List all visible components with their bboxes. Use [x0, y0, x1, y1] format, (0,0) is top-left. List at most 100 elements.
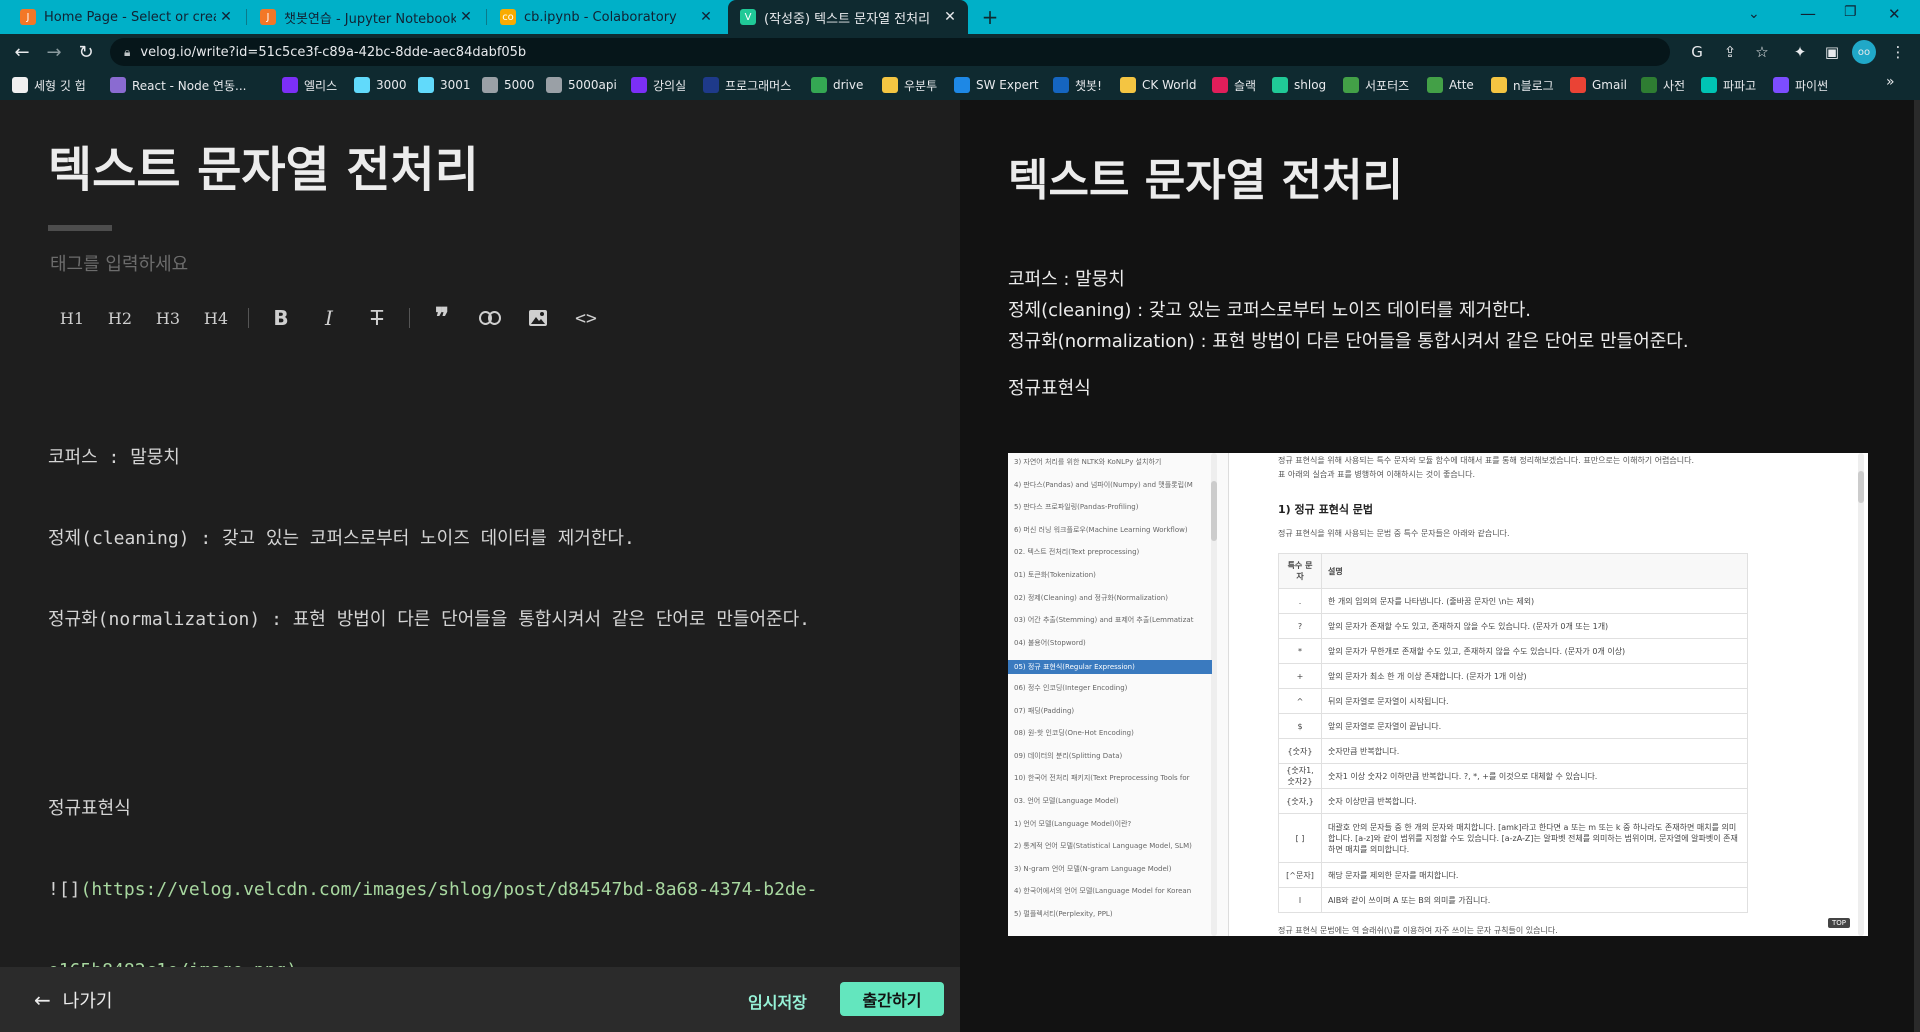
content-line: 정규화(normalization) : 표현 방법이 다른 단어들을 통합시켜…: [48, 609, 810, 630]
bookmark-label: Atte: [1449, 78, 1474, 92]
embedded-sidebar: 3) 자연어 처리를 위한 NLTK와 KoNLPy 설치하기 4) 판다스(Pa…: [1008, 453, 1229, 936]
description-cell: 앞의 문자열로 문자열이 끝납니다.: [1321, 713, 1748, 739]
table-row: [ ] 대괄호 안의 문자들 중 한 개의 문자와 매치합니다. [amk]라고 …: [1278, 813, 1748, 863]
browser-tab[interactable]: co cb.ipynb - Colaboratory ✕: [488, 0, 724, 34]
italic-icon[interactable]: I: [305, 300, 353, 336]
address-bar[interactable]: 🔒︎ velog.io/write?id=51c5ce3f-c89a-42bc-…: [110, 38, 1670, 66]
back-icon[interactable]: ←: [4, 34, 40, 70]
profile-avatar[interactable]: oo: [1852, 40, 1876, 64]
bookmark-item[interactable]: 슬랙: [1212, 70, 1256, 100]
new-tab-button[interactable]: +: [978, 6, 1002, 28]
embedded-sidebar-item: 10) 한국어 전처리 패키지(Text Preprocessing Tools…: [1014, 774, 1190, 783]
preview-body: 코퍼스 : 말뭉치 정제(cleaning) : 갖고 있는 코퍼스로부터 노이…: [1008, 264, 1689, 357]
elice-icon: [631, 77, 647, 93]
bookmark-item[interactable]: drive: [811, 70, 863, 100]
code-icon[interactable]: <>: [562, 300, 610, 336]
quote-icon[interactable]: ❞: [418, 300, 466, 336]
bookmark-label: shlog: [1294, 78, 1327, 92]
browser-toolbar: ← → ↻ 🔒︎ velog.io/write?id=51c5ce3f-c89a…: [0, 34, 1920, 70]
content-line: 정제(cleaning) : 갖고 있는 코퍼스로부터 노이즈 데이터를 제거한…: [48, 528, 635, 549]
markdown-editor[interactable]: 코퍼스 : 말뭉치 정제(cleaning) : 갖고 있는 코퍼스로부터 노이…: [48, 390, 817, 1011]
bookmark-item[interactable]: 우분투: [882, 70, 937, 100]
publish-button[interactable]: 출간하기: [840, 982, 944, 1016]
devil-icon: [110, 77, 126, 93]
embedded-sidebar-item: 4) 한국어에서의 언어 모델(Language Model for Korea…: [1014, 887, 1192, 896]
bookmark-item[interactable]: 챗봇!: [1053, 70, 1102, 100]
title-divider: [48, 225, 112, 231]
bookmark-item[interactable]: 세형 깃 헙: [12, 70, 86, 100]
close-icon[interactable]: ✕: [216, 9, 236, 25]
bookmark-item[interactable]: Gmail: [1570, 70, 1627, 100]
plus-icon: [1427, 77, 1443, 93]
bookmark-label: 우분투: [904, 78, 938, 93]
heading3-button[interactable]: H3: [144, 300, 192, 336]
strikethrough-icon[interactable]: T: [353, 300, 401, 336]
bookmark-item[interactable]: shlog: [1272, 70, 1326, 100]
share-icon[interactable]: ⇪: [1718, 40, 1742, 64]
minimize-icon[interactable]: —: [1800, 4, 1816, 23]
link-icon[interactable]: [466, 300, 514, 336]
heading1-button[interactable]: H1: [48, 300, 96, 336]
close-icon[interactable]: ✕: [940, 9, 960, 25]
bookmark-item[interactable]: 3001: [418, 70, 471, 100]
embedded-main: 정규 표현식을 위해 사용되는 특수 문자와 모듈 함수에 대해서 표를 통해 …: [1278, 453, 1858, 936]
special-char-cell: +: [1278, 663, 1322, 689]
browser-tab[interactable]: J 챗봇연습 - Jupyter Notebook ✕: [248, 0, 484, 34]
exit-label: 나가기: [62, 991, 113, 1012]
bookmark-item[interactable]: 서포터즈: [1343, 70, 1409, 100]
image-icon[interactable]: [514, 300, 562, 336]
forward-icon[interactable]: →: [36, 34, 72, 70]
globe-icon: [546, 77, 562, 93]
google-icon[interactable]: G: [1685, 40, 1709, 64]
tab-search-icon[interactable]: ⌄: [1748, 6, 1760, 22]
bookmark-item[interactable]: 3000: [354, 70, 407, 100]
heading4-button[interactable]: H4: [192, 300, 240, 336]
tag-input[interactable]: 태그를 입력하세요: [50, 250, 188, 276]
bookmark-item[interactable]: Atte: [1427, 70, 1474, 100]
bookmark-item[interactable]: CK World: [1120, 70, 1196, 100]
bookmark-item[interactable]: n블로그: [1491, 70, 1554, 100]
restore-icon[interactable]: ❐: [1844, 4, 1857, 20]
exit-button[interactable]: ← 나가기: [34, 987, 112, 1013]
close-window-icon[interactable]: ✕: [1888, 5, 1901, 23]
lock-icon: 🔒︎: [124, 44, 131, 59]
bookmark-label: 엘리스: [304, 78, 338, 93]
embedded-sidebar-item: 06) 정수 인코딩(Integer Encoding): [1014, 684, 1128, 692]
table-row: * 앞의 문자가 무한개로 존재할 수도 있고, 존재하지 않을 수도 있습니다.…: [1278, 638, 1748, 664]
colab-icon: co: [500, 9, 516, 25]
bookmark-item[interactable]: 5000: [482, 70, 535, 100]
tab-title: 챗봇연습 - Jupyter Notebook: [284, 11, 456, 27]
bold-icon[interactable]: B: [257, 300, 305, 336]
papago-icon: [1701, 77, 1717, 93]
tab-title: Home Page - Select or create a: [44, 9, 216, 25]
temp-save-button[interactable]: 임시저장: [748, 989, 807, 1013]
embedded-section-title: 1) 정규 표현식 문법: [1278, 503, 1374, 516]
bookmark-item[interactable]: 엘리스: [282, 70, 337, 100]
bookmark-item[interactable]: SW Expert: [954, 70, 1039, 100]
browser-tab-active[interactable]: V (작성중) 텍스트 문자열 전처리 ✕: [728, 0, 968, 34]
menu-icon[interactable]: ⋮: [1886, 40, 1910, 64]
extensions-icon[interactable]: ✦: [1788, 40, 1812, 64]
bookmark-item[interactable]: 파파고: [1701, 70, 1756, 100]
bookmark-item[interactable]: 프로그래머스: [703, 70, 791, 100]
heading2-button[interactable]: H2: [96, 300, 144, 336]
close-icon[interactable]: ✕: [696, 9, 716, 25]
bookmark-item[interactable]: React - Node 연동...: [110, 70, 246, 100]
embedded-section-desc: 정규 표현식을 위해 사용되는 문법 중 특수 문자들은 아래와 같습니다.: [1278, 529, 1510, 538]
post-title-input[interactable]: 텍스트 문자열 전처리: [48, 130, 479, 200]
reload-icon[interactable]: ↻: [68, 34, 104, 70]
bookmark-star-icon[interactable]: ☆: [1750, 40, 1774, 64]
embedded-sidebar-item: 3) 자연어 처리를 위한 NLTK와 KoNLPy 설치하기: [1014, 458, 1162, 466]
bookmark-item[interactable]: 파이썬: [1773, 70, 1828, 100]
close-icon[interactable]: ✕: [456, 9, 476, 25]
browser-tab[interactable]: J Home Page - Select or create a ✕: [8, 0, 244, 34]
more-bookmarks-icon[interactable]: »: [1886, 74, 1895, 90]
bookmark-label: 파이썬: [1795, 78, 1829, 93]
page-scrollbar[interactable]: [1914, 100, 1920, 1032]
sidepanel-icon[interactable]: ▣: [1820, 40, 1844, 64]
bookmark-item[interactable]: 사전: [1641, 70, 1685, 100]
bookmark-item[interactable]: 강의실: [631, 70, 686, 100]
image-markdown-prefix: ![]: [48, 879, 81, 900]
bookmark-label: 챗봇!: [1075, 78, 1102, 93]
bookmark-item[interactable]: 5000api: [546, 70, 617, 100]
